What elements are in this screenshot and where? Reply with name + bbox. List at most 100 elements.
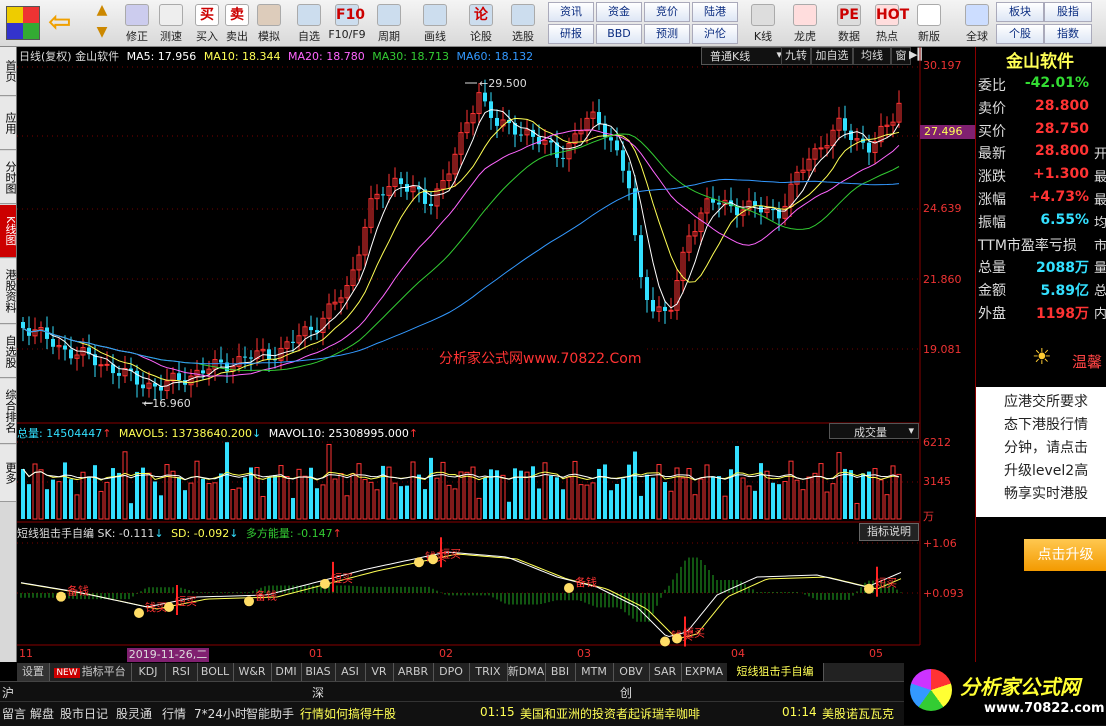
volume-bar xyxy=(243,477,247,519)
indicator-tab-19[interactable]: 短线狙击手自编 xyxy=(727,663,824,681)
indicator-tab-15[interactable]: MTM xyxy=(575,663,614,681)
candle-body xyxy=(621,150,625,171)
quote-tail: 均 xyxy=(1093,215,1106,231)
toolbar-button[interactable]: 周期 xyxy=(370,2,408,44)
toolbar-button[interactable]: 新版 xyxy=(910,2,948,44)
toolbar-right-bottom-1[interactable]: 指数 xyxy=(1044,24,1092,44)
toolbar-grid-top-1[interactable]: 资金 xyxy=(596,2,642,22)
toolbar-grid-top-3[interactable]: 陆港 xyxy=(692,2,738,22)
toolbar-button[interactable]: 龙虎 xyxy=(786,2,824,44)
quote-tail: 最 xyxy=(1093,193,1106,208)
indicator-tab-13[interactable]: 新DMA xyxy=(507,663,546,681)
toolbar-grid-bottom-1[interactable]: BBD xyxy=(596,24,642,44)
volume-bar xyxy=(806,476,812,520)
ticker-item-4[interactable]: 行情 xyxy=(162,705,186,722)
toolbar-button[interactable]: 画线 xyxy=(416,2,454,44)
ticker-item-3[interactable]: 股灵通 xyxy=(116,705,152,722)
toolbar-grid-top-2[interactable]: 竞价 xyxy=(644,2,690,22)
volume-bar xyxy=(98,490,104,520)
upgrade-button[interactable]: 点击升级 xyxy=(1024,539,1106,571)
indicator-tab-4[interactable]: BOLL xyxy=(197,663,234,681)
indicator-tab-3[interactable]: RSI xyxy=(165,663,198,681)
chart-area[interactable]: 日线(复权) 金山软件 MA5: 17.956 MA10: 18.344 MA2… xyxy=(17,47,978,662)
toolbar-right-bottom-0[interactable]: 个股 xyxy=(996,24,1044,44)
toolbar-right-top-1[interactable]: 股指 xyxy=(1044,2,1092,22)
left-tab-3[interactable]: K线图 xyxy=(0,205,17,258)
indicator-tab-12[interactable]: TRIX xyxy=(469,663,508,681)
ticker-item-6[interactable]: 智能助手 xyxy=(246,705,294,722)
indicator-tab-0[interactable]: 设置 xyxy=(17,663,50,681)
toolbar-button[interactable]: 论论股 xyxy=(462,2,500,44)
volume-indicator-select[interactable]: 成交量 ▾ xyxy=(829,423,919,439)
indicator-tab-10[interactable]: ARBR xyxy=(393,663,434,681)
ticker-item-5[interactable]: 7*24小时 xyxy=(194,705,247,722)
indicator-tab-2[interactable]: KDJ xyxy=(131,663,166,681)
toolbar-button[interactable]: F10 F10/F9 xyxy=(328,2,366,44)
toolbar-grid-bottom-0[interactable]: 研报 xyxy=(548,24,594,44)
candle-body xyxy=(597,112,601,124)
toolbar-button[interactable]: 全球 xyxy=(958,2,996,44)
left-tab-7[interactable]: 更多 xyxy=(0,445,17,502)
indicator-help-button[interactable]: 指标说明 xyxy=(859,523,919,541)
quote-row: 振幅 6.55% 均 xyxy=(976,210,1106,232)
indicator-tab-8[interactable]: ASI xyxy=(335,663,366,681)
indicator-tab-11[interactable]: DPO xyxy=(433,663,470,681)
indicator-tab-label: TRIX xyxy=(475,665,501,678)
headline-link[interactable]: 行情如何搞得牛股 xyxy=(300,705,396,722)
indicator-tab-7[interactable]: BIAS xyxy=(301,663,336,681)
news-link-2[interactable]: 美股诺瓦瓦克 xyxy=(822,705,894,722)
volume-bar xyxy=(782,480,788,520)
volume-bar xyxy=(434,477,440,520)
volume-bar xyxy=(135,471,139,519)
up-arrow-button[interactable]: ▲ xyxy=(92,2,112,22)
indicator-tab-9[interactable]: VR xyxy=(365,663,394,681)
left-tab-1[interactable]: 应用 xyxy=(0,97,17,150)
quote-row: TTM市盈率亏损市 xyxy=(976,233,1106,255)
indicator-tab-18[interactable]: EXPMA xyxy=(681,663,728,681)
ticker-item-2[interactable]: 股市日记 xyxy=(60,705,108,722)
toolbar-button-label: 数据 xyxy=(838,30,860,43)
volume-bar xyxy=(584,484,590,520)
toolbar-right-top-0[interactable]: 板块 xyxy=(996,2,1044,22)
forum-icon: 论 xyxy=(469,4,493,26)
indicator-tab-6[interactable]: DMI xyxy=(271,663,302,681)
indicator-tab-17[interactable]: SAR xyxy=(649,663,682,681)
quote-tail: 总 xyxy=(1093,284,1106,300)
toolbar-button[interactable]: HOT 热点 xyxy=(868,2,909,44)
candle-body xyxy=(603,123,607,138)
news-link-1[interactable]: 美国和亚洲的投资者起诉瑞幸咖啡 xyxy=(520,705,700,722)
indicator-tab-14[interactable]: BBI xyxy=(545,663,576,681)
candle-body xyxy=(615,140,619,151)
down-arrow-button[interactable]: ▼ xyxy=(92,24,112,44)
app-logo-icon xyxy=(6,6,40,40)
quote-row: 买价 28.750 xyxy=(976,119,1106,141)
toolbar-button[interactable]: PE 数据 xyxy=(830,2,868,44)
indicator-tab-5[interactable]: W&R xyxy=(233,663,272,681)
mavol5-value: MAVOL5: 13738640.200 xyxy=(118,427,253,440)
toolbar-button[interactable]: 测速 xyxy=(152,2,190,44)
money-bag-icon xyxy=(134,608,144,618)
left-tab-5[interactable]: 自选股 xyxy=(0,325,17,378)
toolbar-button[interactable]: K线 xyxy=(744,2,782,44)
toolbar-button[interactable]: 选股 xyxy=(504,2,542,44)
quote-value: 5.89亿 xyxy=(1040,283,1089,300)
back-arrow-icon[interactable]: ⇦ xyxy=(48,8,80,36)
left-tab-4[interactable]: 港股资料 xyxy=(0,259,17,324)
toolbar-grid-bottom-3[interactable]: 沪伦 xyxy=(692,24,738,44)
volume-bar xyxy=(440,461,446,520)
left-tab-2[interactable]: 分时图 xyxy=(0,151,17,204)
indicator-tab-1[interactable]: NEW 指标平台 xyxy=(49,663,132,681)
toolbar-grid-bottom-2[interactable]: 预测 xyxy=(644,24,690,44)
toolbar-button[interactable]: 模拟 xyxy=(250,2,288,44)
toolbar-button[interactable]: 自选 xyxy=(290,2,328,44)
toolbar-button[interactable]: 修正 xyxy=(118,2,156,44)
ticker-item-1[interactable]: 解盘 xyxy=(30,705,54,722)
indicator-tab-16[interactable]: OBV xyxy=(613,663,650,681)
left-tab-0[interactable]: 首页 xyxy=(0,47,17,96)
volume-bar xyxy=(452,488,458,520)
quote-key: TTM市盈率亏损 xyxy=(978,237,1077,254)
volume-bar xyxy=(519,470,523,519)
ticker-item-0[interactable]: 留言 xyxy=(2,705,26,722)
toolbar-grid-top-0[interactable]: 资讯 xyxy=(548,2,594,22)
left-tab-6[interactable]: 综合排名 xyxy=(0,379,17,444)
